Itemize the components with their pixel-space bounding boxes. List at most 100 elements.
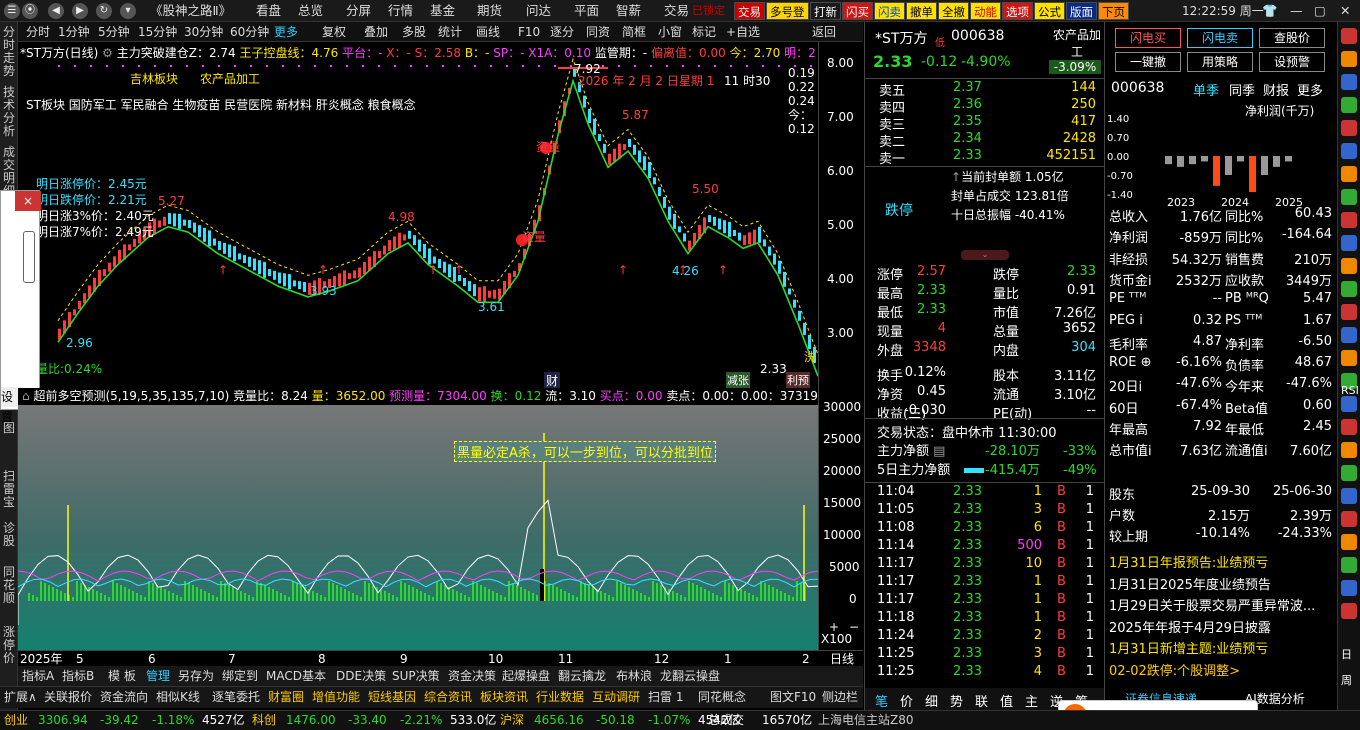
refresh-icon[interactable]: ↻: [96, 3, 112, 19]
sidebar-tool-icon[interactable]: [1341, 51, 1357, 67]
tabs2-item-12[interactable]: 扫雷 1: [648, 687, 683, 707]
tabs1-item-2[interactable]: 模 板: [108, 666, 136, 686]
fin-tab-caibao[interactable]: 财报: [1263, 80, 1289, 99]
toolbar-item-1[interactable]: 1分钟: [58, 22, 90, 42]
quote-tab-4[interactable]: 联: [975, 691, 988, 710]
tabs1-item-11[interactable]: 翻云擒龙: [558, 666, 606, 686]
vtab-zhengu[interactable]: 诊股: [0, 522, 18, 548]
tabs2-item-11[interactable]: 互动调研: [592, 687, 640, 707]
sidebar-tool-icon[interactable]: [1341, 557, 1357, 573]
tabs2-item-13[interactable]: 同花概念: [698, 687, 746, 707]
menu-icon[interactable]: ☰: [4, 3, 20, 19]
tabs2-item-9[interactable]: 板块资讯: [480, 687, 528, 707]
topbar-button-4[interactable]: 闪卖: [874, 2, 905, 20]
maximize-icon[interactable]: ▢: [1314, 0, 1326, 22]
menu-fenping[interactable]: 分屏: [346, 0, 371, 22]
toolbar-item-11[interactable]: 画线: [476, 22, 500, 42]
industry[interactable]: 农产品加工: [1049, 26, 1105, 60]
vtab-zhangtingjia[interactable]: 涨停价: [0, 626, 18, 665]
sidebar-tool-icon[interactable]: [1341, 120, 1357, 136]
sidebar-tool-icon[interactable]: [1341, 350, 1357, 366]
sidebar-tool-icon[interactable]: [1341, 189, 1357, 205]
tabs2-item-10[interactable]: 行业数据: [536, 687, 584, 707]
sidebar-tool-icon[interactable]: [1341, 511, 1357, 527]
toolbar-item-5[interactable]: 60分钟: [230, 22, 269, 42]
toolbar-item-15[interactable]: 简框: [622, 22, 646, 42]
topbar-button-5[interactable]: 撤单: [906, 2, 937, 20]
skin-icon[interactable]: 👕: [1262, 0, 1278, 22]
toolbar-item-9[interactable]: 多股: [402, 22, 426, 42]
tabs1-item-0[interactable]: 指标A: [22, 666, 54, 686]
sidebar-tool-icon[interactable]: [1341, 580, 1357, 596]
minimize-icon[interactable]: —: [1290, 0, 1303, 22]
toolbar-item-13[interactable]: 逐分: [550, 22, 574, 42]
close-icon[interactable]: ✕: [1340, 0, 1350, 22]
news-item[interactable]: 1月31日2025年度业绩预告: [1109, 574, 1271, 593]
toolbar-item-10[interactable]: 统计: [438, 22, 462, 42]
fin-tab-danji[interactable]: 单季: [1193, 80, 1219, 99]
topbar-button-9[interactable]: 公式: [1034, 2, 1065, 20]
vtab-tonghuashun[interactable]: 同花顺: [0, 566, 18, 605]
flash-buy-button[interactable]: 闪电买: [1115, 28, 1181, 48]
sidebar-tool-icon[interactable]: [1341, 488, 1357, 504]
indicator-name[interactable]: 超前多空预测(5,19,5,35,135,7,10): [33, 389, 229, 403]
tabs1-item-10[interactable]: 起爆操盘: [502, 666, 550, 686]
sidebar-tool-icon[interactable]: [1341, 603, 1357, 619]
quote-tab-5[interactable]: 值: [1000, 691, 1013, 710]
tabs2-item-14[interactable]: 图文F10: [770, 687, 816, 707]
tabs1-item-8[interactable]: SUP决策: [392, 666, 440, 686]
news-item[interactable]: 1月31日年报预告:业绩预亏: [1109, 552, 1268, 571]
toolbar-item-8[interactable]: 叠加: [364, 22, 388, 42]
sidebar-tool-icon[interactable]: [1341, 327, 1357, 343]
vtab-jishu[interactable]: 技术分析: [0, 86, 18, 138]
topbar-button-6[interactable]: 全撤: [938, 2, 969, 20]
sidebar-tool-icon[interactable]: [1341, 28, 1357, 44]
menu-zonglan[interactable]: 总览: [298, 0, 323, 22]
sidebar-tool-icon[interactable]: [1341, 235, 1357, 251]
vtab-fenshi[interactable]: 分时走势: [0, 26, 18, 78]
toolbar-item-19[interactable]: 返回: [812, 22, 836, 42]
menu-kanpan[interactable]: 看盘: [256, 0, 281, 22]
sidebar-tool-icon[interactable]: [1341, 258, 1357, 274]
toolbar-item-3[interactable]: 15分钟: [138, 22, 177, 42]
strategy-button[interactable]: 用策略: [1187, 52, 1253, 72]
news-item[interactable]: 2025年年报于4月29日披露: [1109, 617, 1271, 636]
sidebar-tool-icon[interactable]: [1341, 396, 1357, 412]
back-icon[interactable]: ◀: [48, 3, 64, 19]
tabs2-item-15[interactable]: 侧边栏: [822, 687, 858, 707]
toolbar-item-16[interactable]: 小窗: [658, 22, 682, 42]
close-icon[interactable]: ×: [15, 191, 41, 211]
period-label[interactable]: 日线: [830, 651, 854, 667]
tabs1-item-7[interactable]: DDE决策: [336, 666, 386, 686]
tabs1-item-12[interactable]: 布林浪: [616, 666, 652, 686]
tabs1-item-13[interactable]: 龙翻云操盘: [660, 666, 720, 686]
quote-tab-3[interactable]: 势: [950, 691, 963, 710]
sidebar-tool-icon[interactable]: [1341, 442, 1357, 458]
down-icon[interactable]: ▾: [120, 3, 136, 19]
topbar-button-1[interactable]: 多号登: [766, 2, 809, 20]
topbar-button-10[interactable]: 版面: [1066, 2, 1097, 20]
home-icon[interactable]: ⌂: [22, 389, 30, 403]
toolbar-item-18[interactable]: +自选: [726, 22, 760, 42]
rightbar-label[interactable]: RSI: [1341, 384, 1359, 397]
sidebar-tool-icon[interactable]: [1341, 534, 1357, 550]
tabs1-item-5[interactable]: 绑定到: [222, 666, 258, 686]
topbar-button-0[interactable]: 交易: [734, 2, 765, 20]
lock-icon[interactable]: ⦿: [22, 3, 38, 19]
menu-hangqing[interactable]: 行情: [388, 0, 413, 22]
toolbar-item-12[interactable]: F10: [518, 22, 540, 42]
toolbar-item-17[interactable]: 标记: [692, 22, 716, 42]
expand-icon[interactable]: ⌄: [961, 250, 1009, 260]
news-item[interactable]: 1月29日关于股票交易严重异常波...: [1109, 595, 1315, 614]
quote-tab-6[interactable]: 主: [1025, 691, 1038, 710]
topbar-button-7[interactable]: 动能: [970, 2, 1001, 20]
menu-zhixin[interactable]: 智薪: [616, 0, 641, 22]
volume-indicator-chart[interactable]: 黑量必定A杀，可以一步到位，可以分批到位: [18, 405, 818, 650]
menu-jijin[interactable]: 基金: [430, 0, 455, 22]
toolbar-item-7[interactable]: 复权: [322, 22, 346, 42]
topbar-button-3[interactable]: 闪买: [842, 2, 873, 20]
forward-icon[interactable]: ▶: [72, 3, 88, 19]
quote-tab-2[interactable]: 细: [925, 691, 938, 710]
tabs2-item-7[interactable]: 短线基因: [368, 687, 416, 707]
tabs1-item-9[interactable]: 资金决策: [448, 666, 496, 686]
